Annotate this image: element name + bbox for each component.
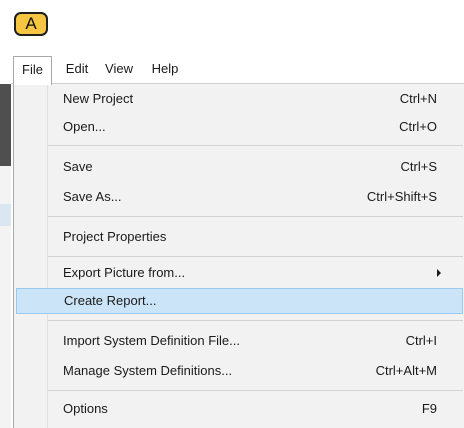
menu-item-label: Export Picture from... — [63, 265, 186, 280]
file-menu-dropdown: New Project Ctrl+N Open... Ctrl+O Save C… — [13, 84, 464, 428]
menu-item-import-system-definition[interactable]: Import System Definition File... Ctrl+I — [16, 328, 463, 354]
menu-help[interactable]: Help — [145, 56, 185, 84]
menu-item-label: Create Report... — [64, 293, 157, 308]
menu-item-options[interactable]: Options F9 — [16, 396, 463, 422]
background-window-selection — [0, 204, 11, 226]
menu-file[interactable]: File — [13, 56, 52, 85]
menu-edit[interactable]: Edit — [62, 56, 92, 84]
menu-separator — [48, 390, 463, 391]
menu-item-shortcut: Ctrl+S — [400, 159, 437, 174]
menu-item-label: Manage System Definitions... — [63, 363, 233, 378]
background-window-panel — [0, 84, 11, 166]
menu-item-label: Save As... — [63, 189, 122, 204]
menu-item-open[interactable]: Open... Ctrl+O — [16, 114, 463, 140]
menu-bar: File Edit View Help — [11, 56, 464, 85]
menu-item-shortcut: Ctrl+Shift+S — [366, 189, 437, 204]
menu-separator — [48, 145, 463, 146]
menu-item-shortcut: Ctrl+N — [399, 91, 437, 106]
menu-item-shortcut: F9 — [421, 401, 437, 416]
menu-item-shortcut: Ctrl+Alt+M — [375, 363, 437, 378]
menu-item-label: Save — [63, 159, 93, 174]
menu-item-label: Options — [63, 401, 108, 416]
menu-item-export-picture[interactable]: Export Picture from... — [16, 260, 463, 286]
menu-item-label: Project Properties — [63, 229, 167, 244]
callout-badge: A — [14, 12, 48, 36]
menu-item-shortcut: Ctrl+O — [399, 119, 437, 134]
menu-item-save-as[interactable]: Save As... Ctrl+Shift+S — [16, 184, 463, 210]
menu-item-label: Open... — [63, 119, 106, 134]
menu-separator — [48, 216, 463, 217]
menu-item-new-project[interactable]: New Project Ctrl+N — [16, 86, 463, 112]
menu-item-label: New Project — [63, 91, 134, 106]
menu-item-create-report[interactable]: Create Report... — [16, 288, 463, 314]
menu-item-project-properties[interactable]: Project Properties — [16, 224, 463, 250]
chevron-right-icon — [437, 269, 441, 277]
menu-separator — [48, 256, 463, 257]
menu-view[interactable]: View — [100, 56, 138, 84]
menu-item-label: Import System Definition File... — [63, 333, 240, 348]
menu-item-shortcut: Ctrl+I — [405, 333, 437, 348]
menu-item-save[interactable]: Save Ctrl+S — [16, 154, 463, 180]
menu-item-manage-system-definitions[interactable]: Manage System Definitions... Ctrl+Alt+M — [16, 358, 463, 384]
menu-separator — [48, 320, 463, 321]
